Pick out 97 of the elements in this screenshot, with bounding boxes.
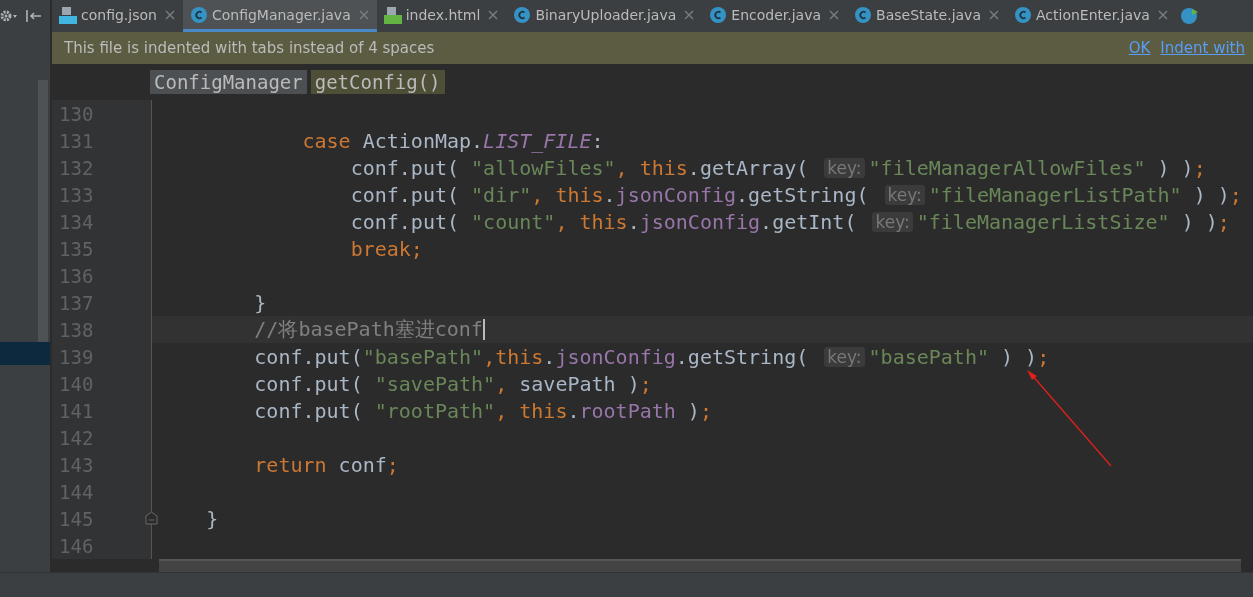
code-text: .getString( (675, 344, 810, 369)
close-icon[interactable] (164, 9, 175, 20)
class-icon (189, 5, 208, 24)
notification-text: This file is indented with tabs instead of 4 spaces (64, 39, 436, 57)
close-icon[interactable] (684, 9, 695, 20)
code-text: , (495, 371, 509, 396)
code-text: ) ) (1156, 155, 1194, 180)
file-tab[interactable]: index.html (376, 0, 507, 32)
code-text: jsonConfig (555, 344, 676, 369)
code-text: .getString( (736, 182, 870, 207)
code-text: conf.put( (349, 209, 461, 234)
code-text: . (603, 182, 616, 207)
code-text: "dir" (471, 182, 532, 207)
class-icon (1179, 7, 1200, 25)
code-text: jsonConfig (639, 209, 761, 234)
text-cursor (482, 319, 485, 340)
scrollbar[interactable] (38, 80, 48, 342)
code-text: //将basePath塞进conf (253, 316, 483, 343)
code-text: conf.put( (253, 398, 364, 423)
close-icon[interactable] (989, 9, 999, 20)
code-text: ; (386, 452, 399, 477)
parameter-hint: key: (872, 211, 913, 232)
code-text: conf.put( (349, 155, 461, 180)
code-text: conf.put( (253, 371, 364, 396)
code-text: ; (1217, 209, 1230, 234)
code-text: , (483, 344, 496, 369)
code-text: conf.put( (349, 182, 461, 207)
code-text: "savePath" (374, 371, 496, 396)
breadcrumb[interactable]: ConfigManager (150, 70, 307, 94)
selected-row (0, 342, 50, 365)
code-text: conf.put( (253, 344, 363, 369)
code-text: "fileManagerListSize" (916, 209, 1170, 234)
code-text: , (555, 209, 569, 234)
file-tab[interactable]: config.json (52, 0, 183, 32)
file-tab[interactable]: BinaryUploader.java (506, 0, 703, 32)
fold-icon[interactable] (145, 511, 158, 525)
file-tab[interactable]: BaseState.java (847, 0, 1007, 32)
code-text: . (627, 209, 640, 234)
code-text: , (495, 398, 509, 423)
code-text: break; (349, 236, 423, 261)
code-text: ; (1037, 344, 1050, 369)
code-text: savePath ) (519, 371, 640, 396)
code-text: "allowFiles" (471, 155, 616, 180)
breadcrumb[interactable]: getConfig() (310, 70, 445, 94)
code-text: ) (686, 398, 700, 423)
code-text: "fileManagerAllowFiles" (868, 155, 1146, 180)
settings-icon[interactable] (0, 9, 18, 23)
collapse-icon[interactable] (26, 9, 42, 23)
code-text: this (495, 344, 544, 369)
code-text: . (567, 398, 580, 423)
code-text: "rootPath" (374, 398, 496, 423)
code-text: this (639, 155, 688, 180)
code-text: this (555, 182, 604, 207)
class-icon (513, 5, 532, 24)
code-text: . (543, 344, 556, 369)
class-icon (1014, 5, 1032, 24)
code-text: ; (699, 398, 712, 423)
file-tab[interactable]: Encoder.java (702, 0, 848, 32)
code-text: ActionMap. (361, 128, 484, 153)
class-icon (709, 5, 728, 24)
code-text: } (253, 290, 267, 315)
code-text: , (531, 182, 545, 207)
code-text: return (253, 452, 327, 477)
code-text: "basePath" (362, 344, 484, 369)
code-text: "basePath" (868, 344, 989, 369)
file-tab[interactable]: ConfigManager.java (182, 0, 377, 32)
code-text: this (579, 209, 628, 234)
code-text: ) ) (1192, 182, 1230, 207)
code-text: conf (337, 452, 387, 477)
code-text: : (591, 128, 604, 153)
code-text: ; (1193, 155, 1206, 180)
code-text: jsonConfig (615, 182, 737, 207)
code-text: LIST_FILE (483, 128, 592, 153)
code-text: "count" (471, 209, 556, 234)
close-icon[interactable] (1157, 9, 1168, 20)
code-text: .getInt( (760, 209, 858, 234)
close-icon[interactable] (829, 9, 840, 20)
code-text: rootPath (579, 398, 676, 423)
code-text: ) ) (1180, 209, 1218, 234)
code-text: } (205, 506, 219, 531)
parameter-hint: key: (824, 346, 865, 367)
parameter-hint: key: (884, 184, 925, 205)
json-file-icon (59, 5, 77, 24)
code-text: .getArray( (687, 155, 810, 180)
code-text: ; (1229, 182, 1242, 207)
code-text: , (615, 155, 629, 180)
class-icon (854, 5, 873, 24)
code-text: case (301, 128, 351, 153)
parameter-hint: key: (824, 157, 865, 178)
code-text: this (519, 398, 568, 423)
code-text: ) ) (1000, 344, 1038, 369)
file-tab[interactable]: ActionEnter.java (1007, 0, 1176, 32)
close-icon[interactable] (358, 9, 369, 20)
html-file-icon (383, 5, 402, 24)
close-icon[interactable] (488, 9, 499, 20)
code-text: ; (639, 371, 652, 396)
code-text: "fileManagerListPath" (928, 182, 1182, 207)
